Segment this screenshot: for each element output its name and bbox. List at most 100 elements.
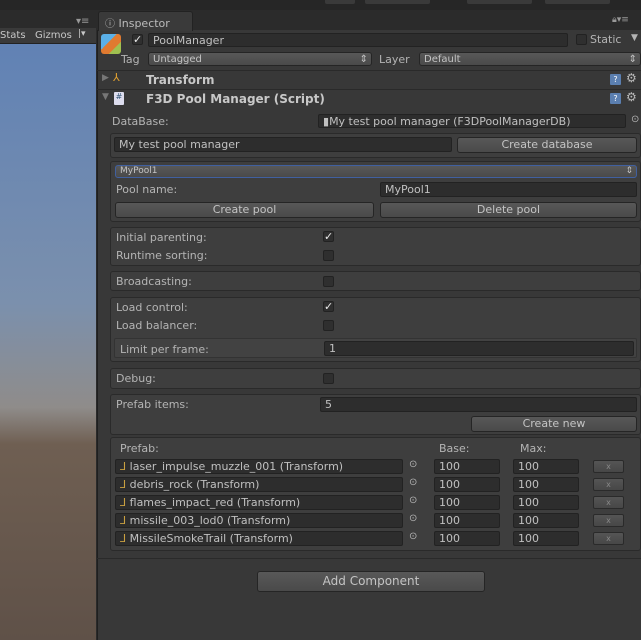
tag-label: Tag <box>121 53 140 66</box>
tag-dropdown[interactable]: Untagged ⇕ <box>148 52 372 66</box>
help-icon[interactable]: ? <box>610 74 621 85</box>
base-input[interactable]: 100 <box>434 495 500 510</box>
object-picker-icon[interactable]: ⊙ <box>631 114 639 125</box>
max-column-header: Max: <box>520 442 547 455</box>
collapse-arrow-icon[interactable]: ▼ <box>102 92 109 102</box>
pool-select-value: MyPool1 <box>120 166 158 176</box>
database-object-field[interactable]: ▮My test pool manager (F3DPoolManagerDB) <box>318 114 626 128</box>
expand-arrow-icon[interactable]: ▶ <box>102 73 109 83</box>
static-checkbox[interactable] <box>576 34 587 45</box>
transform-icon: ⅃ <box>120 478 127 491</box>
scene-view[interactable] <box>0 28 96 640</box>
base-input[interactable]: 100 <box>434 531 500 546</box>
tab-inspector[interactable]: ⓘ Inspector <box>98 11 193 31</box>
prefab-name: MissileSmokeTrail (Transform) <box>129 532 293 545</box>
component-title: F3D Pool Manager (Script) <box>146 92 325 106</box>
create-new-button[interactable]: Create new <box>471 416 637 432</box>
updown-icon: ⇕ <box>628 54 637 65</box>
runtime-sorting-label: Runtime sorting: <box>116 249 208 262</box>
static-dropdown-icon[interactable]: ▼ <box>631 33 638 43</box>
base-input[interactable]: 100 <box>434 513 500 528</box>
prefab-row: ⅃ debris_rock (Transform) ⊙ 100 100 x <box>115 477 640 493</box>
remove-prefab-button[interactable]: x <box>593 514 624 527</box>
database-label: DataBase: <box>112 115 169 128</box>
script-icon: # <box>114 92 124 105</box>
limit-per-frame-input[interactable]: 1 <box>324 341 634 356</box>
load-balancer-checkbox[interactable] <box>323 320 334 331</box>
debug-label: Debug: <box>116 372 156 385</box>
toolbar-button[interactable] <box>365 0 430 4</box>
object-picker-icon[interactable]: ⊙ <box>409 459 417 470</box>
gear-icon[interactable]: ⚙ <box>626 90 637 104</box>
pool-name-input[interactable]: MyPool1 <box>380 182 637 197</box>
database-name-input[interactable]: My test pool manager <box>114 137 452 152</box>
layer-label: Layer <box>379 53 410 66</box>
load-balancer-label: Load balancer: <box>116 319 198 332</box>
object-name-input[interactable]: PoolManager <box>148 33 568 47</box>
transform-icon: ⅄ <box>113 71 120 84</box>
gear-icon[interactable]: ⚙ <box>626 71 637 85</box>
static-label: Static <box>590 33 622 46</box>
stats-button[interactable]: Stats <box>0 30 26 41</box>
prefab-object-field[interactable]: ⅃ debris_rock (Transform) <box>115 477 403 492</box>
updown-icon: ⇕ <box>625 166 633 176</box>
max-input[interactable]: 100 <box>513 513 579 528</box>
load-control-checkbox[interactable]: ✓ <box>323 301 334 312</box>
transform-component-header[interactable]: ▶ ⅄ Transform ? ⚙ <box>97 71 641 89</box>
gizmos-dropdown-icon[interactable]: |▾ <box>78 29 86 39</box>
prefab-row: ⅃ flames_impact_red (Transform) ⊙ 100 100 x <box>115 495 640 511</box>
object-picker-icon[interactable]: ⊙ <box>409 513 417 524</box>
transform-icon: ⅃ <box>120 460 127 473</box>
debug-checkbox[interactable] <box>323 373 334 384</box>
base-input[interactable]: 100 <box>434 477 500 492</box>
initial-parenting-label: Initial parenting: <box>116 231 207 244</box>
remove-prefab-button[interactable]: x <box>593 478 624 491</box>
prefab-items-input[interactable]: 5 <box>320 397 637 412</box>
prefab-name: flames_impact_red (Transform) <box>129 496 301 509</box>
transform-icon: ⅃ <box>120 496 127 509</box>
create-database-button[interactable]: Create database <box>457 137 637 153</box>
transform-icon: ⅃ <box>120 514 127 527</box>
layer-dropdown[interactable]: Default ⇕ <box>419 52 641 66</box>
add-component-button[interactable]: Add Component <box>257 571 485 592</box>
max-input[interactable]: 100 <box>513 459 579 474</box>
toolbar-button[interactable] <box>325 0 355 4</box>
prefab-name: laser_impulse_muzzle_001 (Transform) <box>129 460 344 473</box>
base-column-header: Base: <box>439 442 470 455</box>
help-icon[interactable]: ? <box>610 93 621 104</box>
max-input[interactable]: 100 <box>513 531 579 546</box>
prefab-column-header: Prefab: <box>120 442 159 455</box>
object-picker-icon[interactable]: ⊙ <box>409 477 417 488</box>
panel-menu-icon[interactable]: ▾≡ <box>76 16 89 27</box>
create-pool-button[interactable]: Create pool <box>115 202 374 218</box>
prefab-object-field[interactable]: ⅃ flames_impact_red (Transform) <box>115 495 403 510</box>
gizmos-button[interactable]: Gizmos <box>35 30 72 41</box>
pool-manager-component-header[interactable]: ▼ # F3D Pool Manager (Script) ? ⚙ <box>97 90 641 108</box>
object-picker-icon[interactable]: ⊙ <box>409 531 417 542</box>
max-input[interactable]: 100 <box>513 477 579 492</box>
prefab-object-field[interactable]: ⅃ MissileSmokeTrail (Transform) <box>115 531 403 546</box>
prefab-name: missile_003_lod0 (Transform) <box>129 514 291 527</box>
object-picker-icon[interactable]: ⊙ <box>409 495 417 506</box>
toolbar-button[interactable] <box>467 0 532 4</box>
toolbar-button[interactable] <box>545 0 610 4</box>
scene-toolbar: Stats Gizmos |▾ <box>0 28 96 44</box>
prefab-object-field[interactable]: ⅃ missile_003_lod0 (Transform) <box>115 513 403 528</box>
lock-icon[interactable]: 🔒︎▾≡ <box>612 15 629 25</box>
remove-prefab-button[interactable]: x <box>593 496 624 509</box>
broadcasting-label: Broadcasting: <box>116 275 192 288</box>
remove-prefab-button[interactable]: x <box>593 460 624 473</box>
remove-prefab-button[interactable]: x <box>593 532 624 545</box>
base-input[interactable]: 100 <box>434 459 500 474</box>
pool-dropdown[interactable]: MyPool1 ⇕ <box>115 165 637 178</box>
broadcasting-checkbox[interactable] <box>323 276 334 287</box>
initial-parenting-checkbox[interactable]: ✓ <box>323 231 334 242</box>
runtime-sorting-checkbox[interactable] <box>323 250 334 261</box>
prefab-object-field[interactable]: ⅃ laser_impulse_muzzle_001 (Transform) <box>115 459 403 474</box>
component-title: Transform <box>146 73 215 87</box>
prefab-row: ⅃ laser_impulse_muzzle_001 (Transform) ⊙ 1… <box>115 459 640 475</box>
delete-pool-button[interactable]: Delete pool <box>380 202 637 218</box>
active-checkbox[interactable]: ✓ <box>132 34 143 45</box>
max-input[interactable]: 100 <box>513 495 579 510</box>
prefab-items-label: Prefab items: <box>116 398 189 411</box>
